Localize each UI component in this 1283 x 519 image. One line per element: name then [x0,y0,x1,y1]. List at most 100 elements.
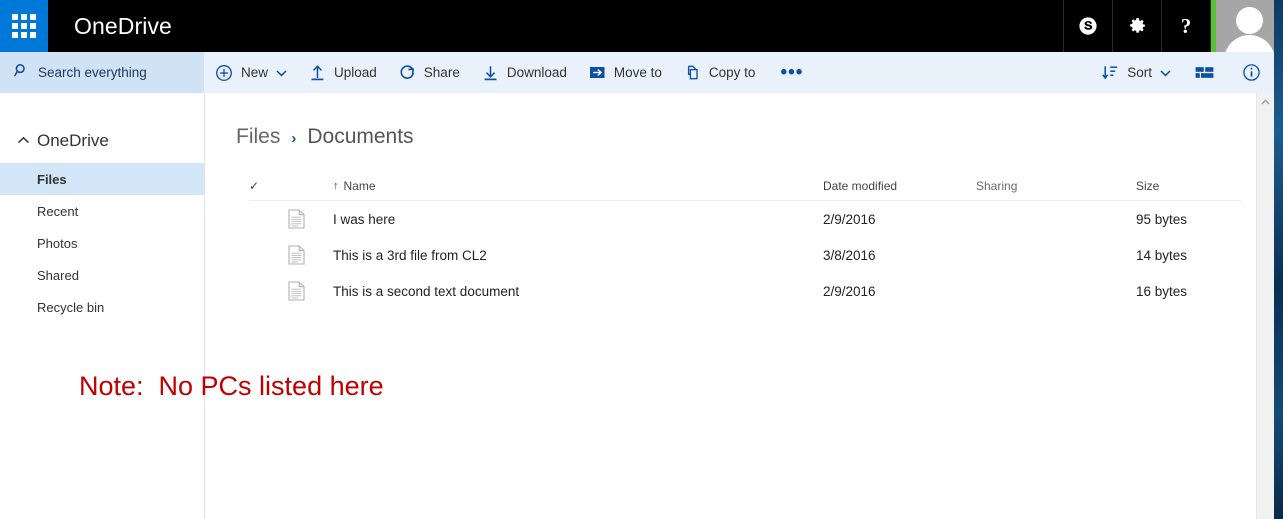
sidebar-item-label: Photos [37,235,78,251]
avatar-head-icon [1236,7,1263,34]
view-tiles-icon [1195,65,1216,80]
information-button[interactable] [1229,52,1274,93]
copy-to-button[interactable]: Copy to [673,52,767,93]
onedrive-web-app: OneDrive ? Search everything New Upload … [0,0,1283,519]
row-file-name[interactable]: This is a second text document [333,284,823,299]
column-header-size[interactable]: Size [1136,179,1241,193]
more-commands-button[interactable]: ••• [766,52,817,93]
chevron-up-icon [14,136,32,145]
account-avatar-button[interactable] [1210,0,1274,52]
avatar [1216,0,1274,52]
skype-icon [1077,15,1099,37]
sidebar-item-recent[interactable]: Recent [0,195,204,227]
search-icon [14,63,29,83]
search-input[interactable]: Search everything [38,65,147,80]
file-name-link[interactable]: I was here [333,212,395,227]
text-document-icon [288,245,333,265]
upload-button[interactable]: Upload [298,52,388,93]
sidebar-item-photos[interactable]: Photos [0,227,204,259]
column-header-sharing[interactable]: Sharing [976,179,1136,193]
skype-button[interactable] [1063,0,1112,52]
command-bar-row: Search everything New Upload Share Downl… [0,52,1274,93]
settings-gear-icon [1127,16,1147,36]
search-box[interactable]: Search everything [0,52,204,93]
app-launcher-button[interactable] [0,0,48,52]
row-file-icon [288,245,333,265]
change-view-button[interactable] [1182,52,1229,93]
move-to-arrow-icon [589,65,606,80]
new-button[interactable]: New [204,52,298,93]
file-list-table: ✓ ↑ Name Date modified Sharing Size I wa… [249,172,1241,309]
command-bar: New Upload Share Download Move to Copy t… [204,52,1274,93]
main-body: OneDrive Files Recent Photos Shared Recy… [0,93,1274,519]
scroll-up-button[interactable] [1257,93,1274,110]
row-date-modified: 2/9/2016 [823,283,876,299]
upload-button-label: Upload [334,65,377,80]
breadcrumb-separator-icon: › [291,130,297,147]
row-file-name[interactable]: I was here [333,212,823,227]
sidebar-item-files[interactable]: Files [0,163,204,195]
breadcrumb: Files › Documents [205,93,1274,149]
text-document-icon [288,281,333,301]
suite-header-bar: OneDrive ? [0,0,1274,52]
sidebar-item-shared[interactable]: Shared [0,259,204,291]
sort-button-label: Sort [1127,65,1152,80]
checkmark-icon: ✓ [249,179,260,193]
column-header-date-modified[interactable]: Date modified [823,179,976,193]
row-size: 95 bytes [1136,211,1188,227]
row-file-name[interactable]: This is a 3rd file from CL2 [333,248,823,263]
row-size: 14 bytes [1136,247,1188,263]
app-launcher-waffle-icon [12,14,36,38]
chevron-down-icon [1160,69,1171,77]
plus-circle-icon [215,64,233,82]
column-header-name[interactable]: ↑ Name [333,179,823,193]
sort-button[interactable]: Sort [1090,52,1182,93]
breadcrumb-item-files[interactable]: Files [236,125,280,149]
move-to-button[interactable]: Move to [578,52,673,93]
sidebar-root-label: OneDrive [37,130,109,150]
column-header-name-label: Name [343,179,376,193]
new-button-label: New [241,65,269,80]
sidebar-item-recycle-bin[interactable]: Recycle bin [0,291,204,323]
sidebar-item-label: Files [37,171,67,187]
vertical-scrollbar[interactable] [1256,93,1274,519]
sort-arrow-icon [1101,64,1119,81]
row-date-modified: 3/8/2016 [823,247,876,263]
suite-actions: ? [1063,0,1274,52]
info-circle-icon [1242,63,1261,82]
copy-to-button-label: Copy to [708,65,756,80]
sidebar-item-label: Shared [37,267,79,283]
chevron-down-icon [276,69,287,77]
text-document-icon [288,209,333,229]
row-size: 16 bytes [1136,283,1188,299]
table-row[interactable]: This is a second text document 2/9/2016 … [249,273,1241,309]
settings-button[interactable] [1112,0,1161,52]
select-all-checkbox[interactable]: ✓ [249,179,288,193]
file-name-link[interactable]: This is a second text document [333,284,519,299]
desktop-wallpaper-strip [1274,0,1283,519]
content-pane: Files › Documents ✓ ↑ Name Date modified… [205,93,1274,519]
table-row[interactable]: I was here 2/9/2016 95 bytes [249,201,1241,237]
avatar-body-icon [1224,35,1274,52]
file-name-link[interactable]: This is a 3rd file from CL2 [333,248,487,263]
copy-pages-icon [684,64,701,81]
upload-arrow-icon [309,64,326,81]
app-title[interactable]: OneDrive [74,0,172,52]
sidebar-item-label: Recent [37,203,79,219]
help-button[interactable]: ? [1161,0,1210,52]
help-icon: ? [1180,13,1192,38]
left-navigation: OneDrive Files Recent Photos Shared Recy… [0,93,205,519]
table-row[interactable]: This is a 3rd file from CL2 3/8/2016 14 … [249,237,1241,273]
share-circle-icon [399,64,416,81]
download-button-label: Download [506,65,567,80]
download-button[interactable]: Download [471,52,578,93]
breadcrumb-item-documents[interactable]: Documents [307,125,413,149]
move-to-button-label: Move to [613,65,662,80]
share-button-label: Share [423,65,460,80]
row-file-icon [288,209,333,229]
sidebar-root-onedrive[interactable]: OneDrive [0,118,204,163]
sort-ascending-icon: ↑ [333,180,339,192]
sidebar-item-label: Recycle bin [37,299,105,315]
share-button[interactable]: Share [388,52,471,93]
row-date-modified: 2/9/2016 [823,211,876,227]
